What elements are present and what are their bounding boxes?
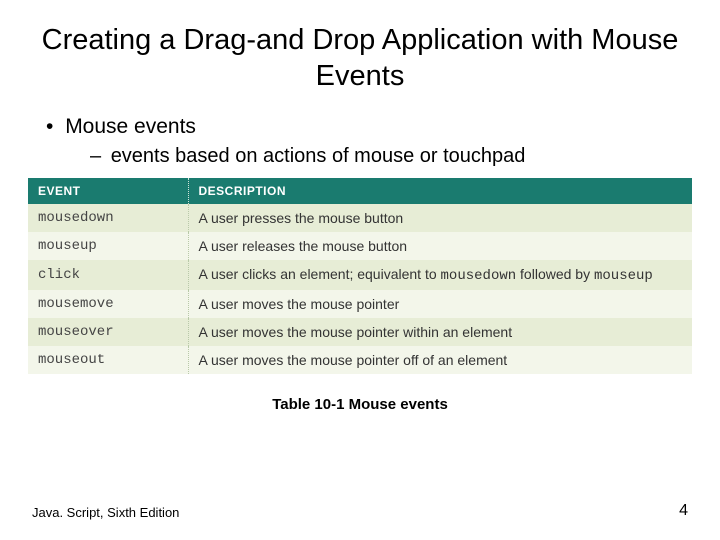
desc-text: followed by [516,266,594,282]
bullet-level2: events based on actions of mouse or touc… [90,145,692,168]
table-row: mousedown A user presses the mouse butto… [28,204,692,232]
cell-description: A user clicks an element; equivalent to … [188,260,692,290]
col-header-event: EVENT [28,178,188,204]
slide-title: Creating a Drag-and Drop Application wit… [28,22,692,95]
desc-mono: mousedown [441,268,517,284]
events-table: EVENT DESCRIPTION mousedown A user press… [28,178,692,374]
cell-description: A user releases the mouse button [188,232,692,260]
col-header-description: DESCRIPTION [188,178,692,204]
bullet-level1: Mouse events [46,115,692,139]
desc-mono: mouseup [594,268,653,284]
table-row: mouseover A user moves the mouse pointer… [28,318,692,346]
cell-description: A user moves the mouse pointer off of an… [188,346,692,374]
cell-event: mousemove [28,290,188,318]
cell-event: mouseover [28,318,188,346]
cell-description: A user moves the mouse pointer within an… [188,318,692,346]
table-caption: Table 10-1 Mouse events [28,396,692,413]
table-row: mousemove A user moves the mouse pointer [28,290,692,318]
cell-description: A user presses the mouse button [188,204,692,232]
table-row: click A user clicks an element; equivale… [28,260,692,290]
table-row: mouseup A user releases the mouse button [28,232,692,260]
page-number: 4 [679,502,688,520]
cell-description: A user moves the mouse pointer [188,290,692,318]
desc-text: A user clicks an element; equivalent to [199,266,441,282]
table-header-row: EVENT DESCRIPTION [28,178,692,204]
cell-event: mouseup [28,232,188,260]
cell-event: mousedown [28,204,188,232]
footer-book-title: Java. Script, Sixth Edition [32,505,179,520]
cell-event: mouseout [28,346,188,374]
events-table-wrap: EVENT DESCRIPTION mousedown A user press… [28,178,692,374]
table-row: mouseout A user moves the mouse pointer … [28,346,692,374]
cell-event: click [28,260,188,290]
